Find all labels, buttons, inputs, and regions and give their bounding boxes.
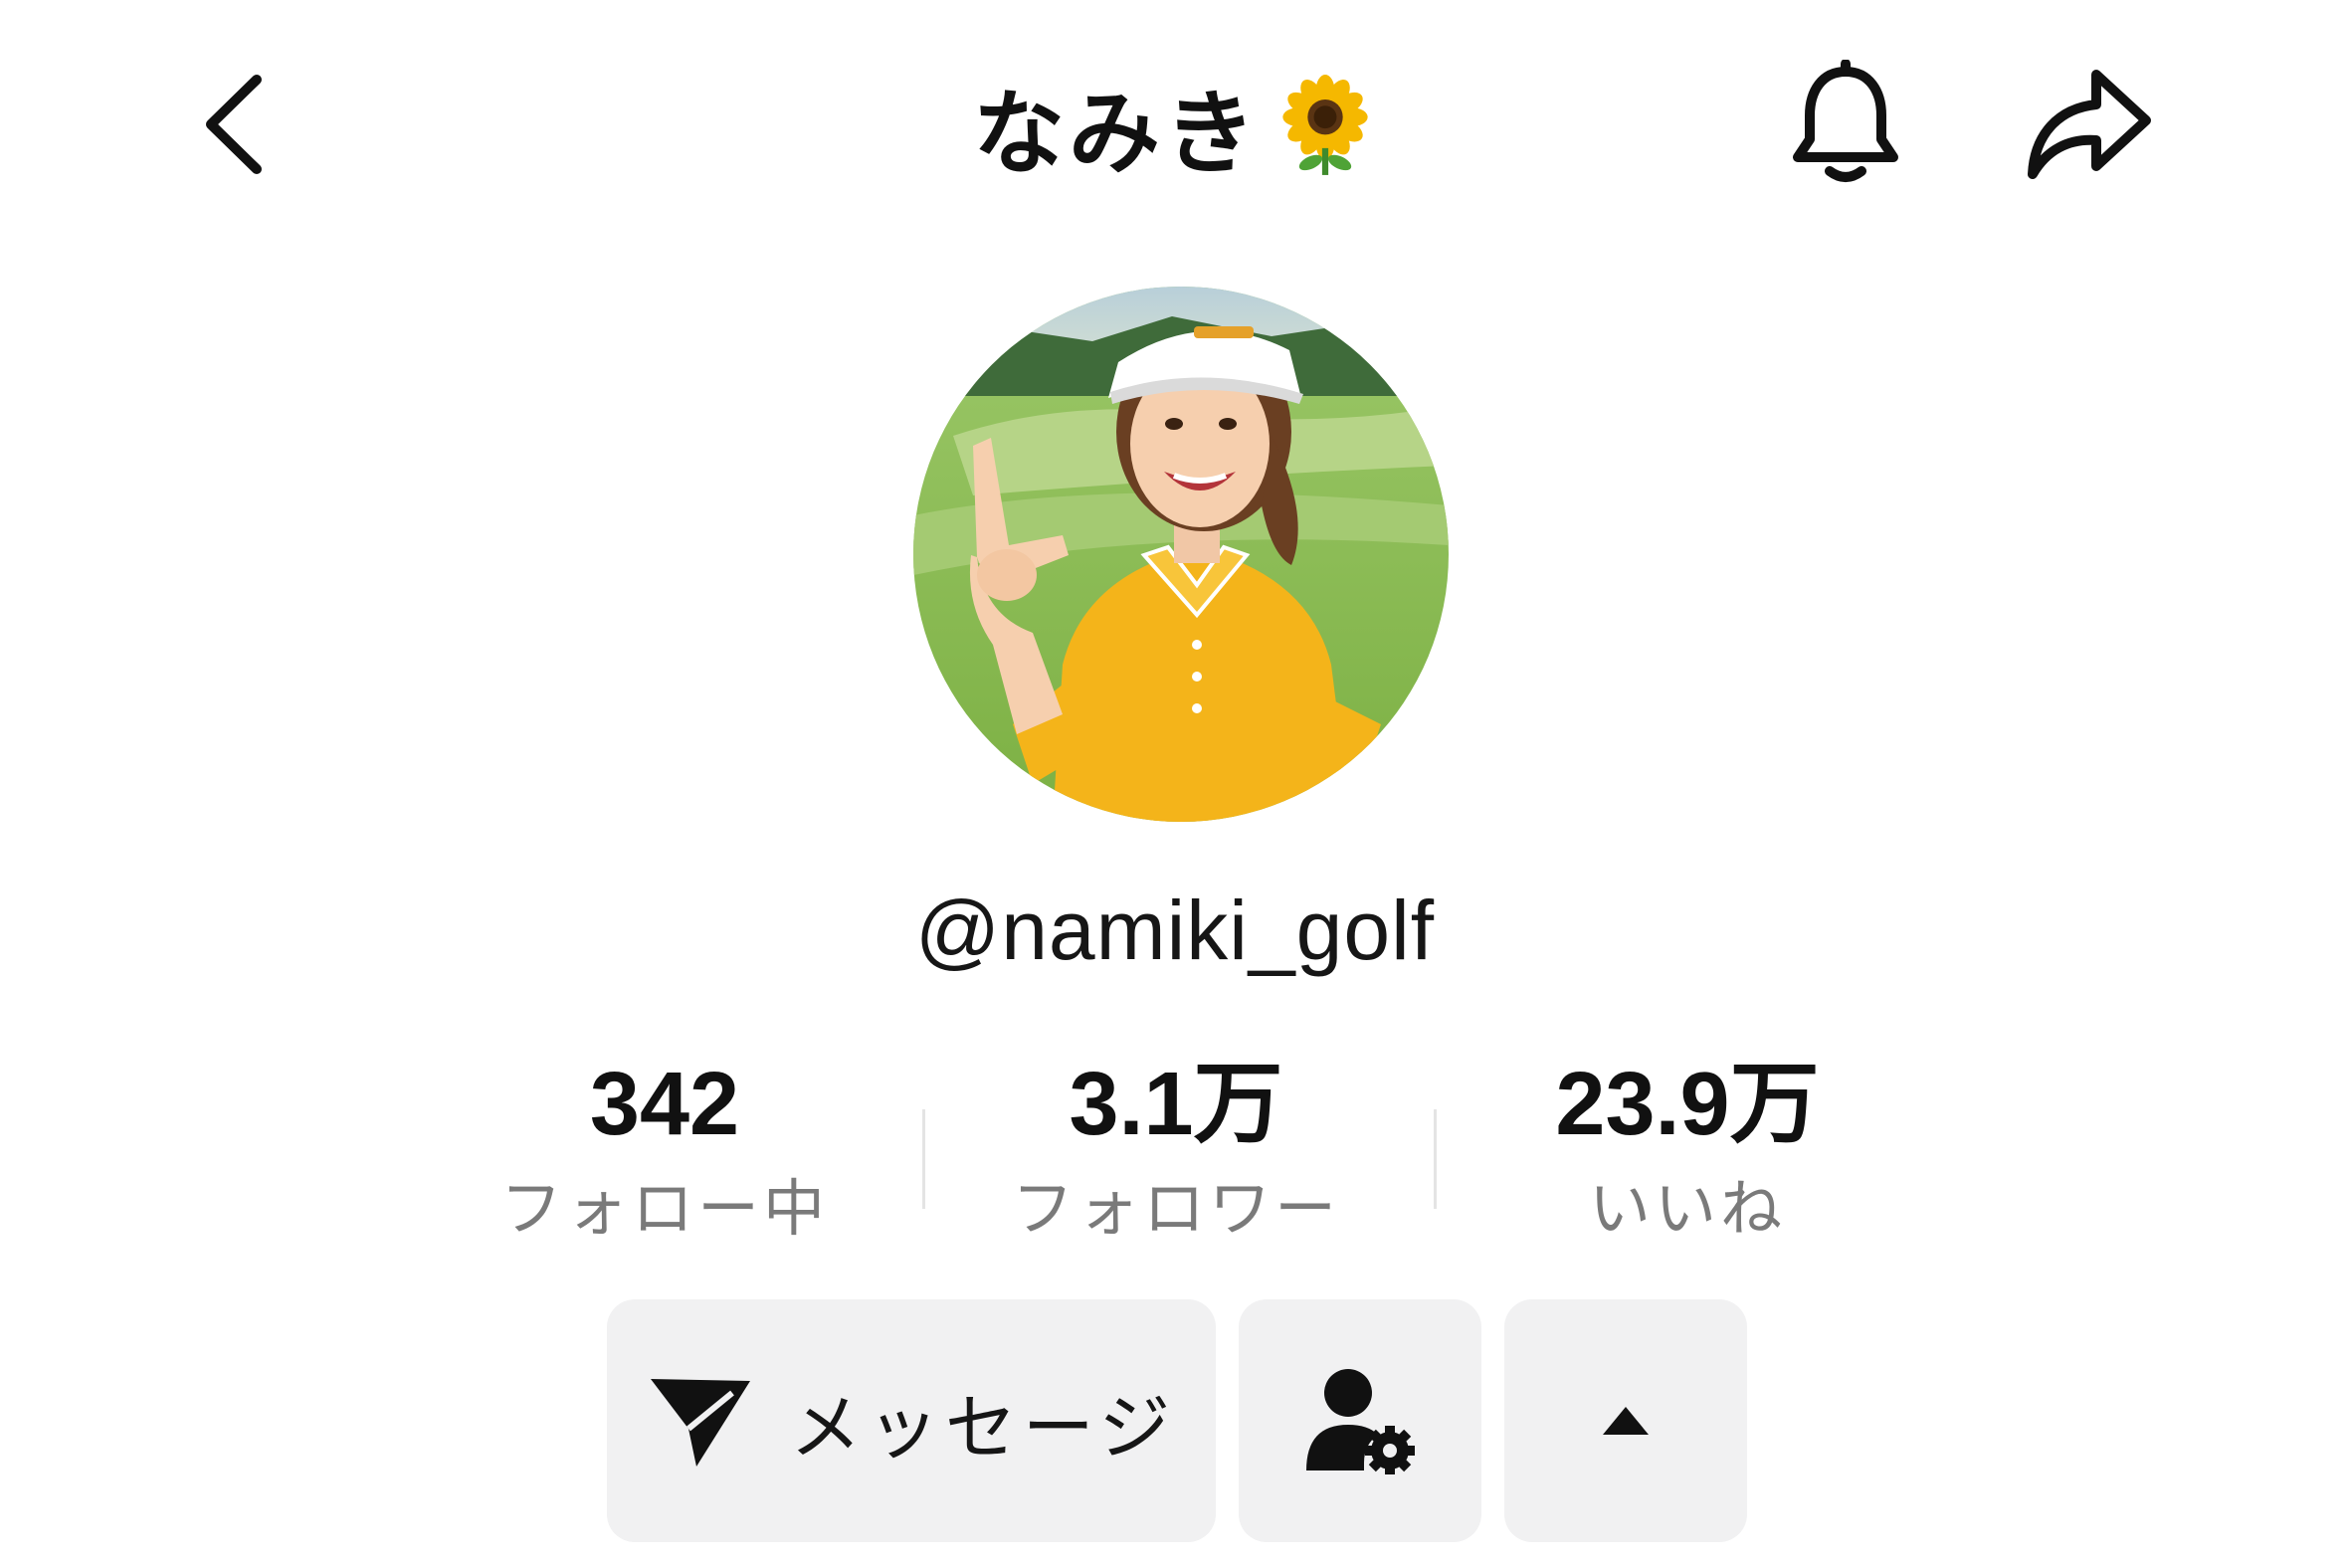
user-settings-icon [1306, 1369, 1415, 1474]
stat-likes[interactable]: 23.9万 いいね [1478, 1045, 1896, 1264]
followers-label: フォロワー [1011, 1172, 1340, 1245]
friend-settings-button[interactable] [1239, 1299, 1481, 1542]
expand-suggestions-button[interactable] [1504, 1299, 1747, 1542]
likes-label: いいね [1588, 1172, 1786, 1245]
stat-following[interactable]: 342 フォロー中 [456, 1045, 874, 1264]
caret-up-icon [1603, 1407, 1649, 1435]
profile-page: なみき @namiki_golf 342 フォロー中 3.1万 フォロワー 23… [0, 0, 2350, 1568]
bell-icon [1793, 60, 1898, 182]
username: @namiki_golf [914, 883, 1436, 977]
following-label: フォロー中 [499, 1172, 829, 1245]
back-button[interactable] [189, 60, 279, 189]
likes-count: 23.9万 [1555, 1055, 1820, 1154]
followers-count: 3.1万 [1069, 1055, 1283, 1154]
sunflower-emoji-icon [1282, 75, 1368, 175]
stat-followers[interactable]: 3.1万 フォロワー [967, 1045, 1385, 1264]
send-icon [650, 1379, 750, 1467]
profile-photo [913, 287, 1449, 822]
stat-divider [1434, 1109, 1437, 1209]
chevron-left-icon [206, 75, 262, 174]
following-count: 342 [589, 1055, 740, 1154]
share-button[interactable] [2020, 55, 2159, 194]
page-title: なみき [972, 80, 1260, 187]
share-arrow-icon [2028, 70, 2151, 179]
header-title: なみき [0, 56, 2350, 195]
avatar[interactable] [913, 287, 1449, 822]
notification-button[interactable] [1781, 55, 1910, 194]
message-button[interactable]: メッセージ [607, 1299, 1216, 1542]
message-button-label: メッセージ [789, 1385, 1177, 1470]
stat-divider [922, 1109, 925, 1209]
